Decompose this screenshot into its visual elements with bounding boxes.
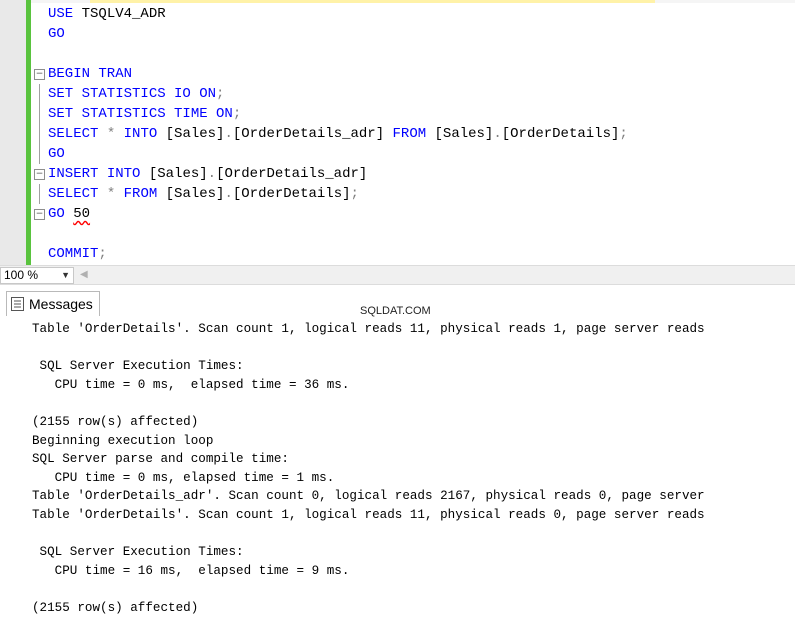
code-token: INTO (106, 166, 141, 182)
message-line: CPU time = 16 ms, elapsed time = 9 ms. (32, 563, 350, 578)
code-token: SELECT (48, 186, 99, 202)
code-line[interactable]: − GO 50 (33, 204, 628, 224)
message-line: SQL Server parse and compile time: (32, 452, 289, 467)
tab-messages-label: Messages (29, 296, 93, 312)
code-line[interactable]: USE TSQLV4_ADR (33, 4, 628, 24)
code-token: [Sales] (140, 166, 208, 182)
code-token: ; (216, 86, 225, 102)
query-editor[interactable]: USE TSQLV4_ADR GO − BEGIN TRAN SET STATISTI… (0, 0, 795, 265)
code-line[interactable]: − INSERT INTO [Sales].[OrderDetails_adr] (33, 164, 628, 184)
code-token: FROM (392, 126, 427, 142)
code-token: SELECT (48, 126, 99, 142)
collapse-icon[interactable]: − (34, 69, 45, 80)
code-token: INTO (123, 126, 158, 142)
collapse-icon[interactable]: − (34, 209, 45, 220)
code-token: 50 (73, 206, 91, 222)
code-token: SET STATISTICS IO ON (48, 86, 217, 102)
zoom-value: 100 % (4, 268, 39, 282)
message-line: (2155 row(s) affected) (32, 414, 199, 429)
code-line[interactable] (33, 44, 628, 64)
message-line: CPU time = 0 ms, elapsed time = 1 ms. (32, 470, 335, 485)
message-line (32, 394, 795, 413)
code-line[interactable]: SELECT * INTO [Sales].[OrderDetails_adr]… (33, 124, 628, 144)
code-line[interactable] (33, 224, 628, 244)
code-token: [OrderDetails_adr] (232, 126, 393, 142)
message-line (32, 525, 795, 544)
code-line[interactable]: SELECT * FROM [Sales].[OrderDetails]; (33, 184, 628, 204)
code-line[interactable]: SET STATISTICS TIME ON; (33, 104, 628, 124)
code-token: [Sales] (157, 186, 225, 202)
editor-top-strip (0, 0, 795, 3)
code-token: . (224, 186, 233, 202)
code-token: TSQLV4_ADR (73, 6, 166, 22)
code-token: [OrderDetails] (501, 126, 620, 142)
editor-gutter (0, 0, 26, 265)
code-token: . (207, 166, 217, 182)
code-token: GO (48, 146, 65, 162)
message-line: Table 'OrderDetails'. Scan count 1, logi… (32, 507, 705, 522)
message-line: (2155 row(s) affected) (32, 600, 199, 615)
code-token: INSERT (48, 166, 99, 182)
code-line[interactable]: COMMIT; (33, 244, 628, 264)
message-line: CPU time = 0 ms, elapsed time = 36 ms. (32, 377, 350, 392)
message-line: Table 'OrderDetails_adr'. Scan count 0, … (32, 489, 705, 504)
collapse-icon[interactable]: − (34, 169, 45, 180)
code-token: ; (350, 186, 359, 202)
message-line (32, 580, 795, 599)
fold-guide (39, 184, 40, 204)
zoom-dropdown[interactable]: 100 % ▼ (0, 267, 74, 284)
scroll-left-icon[interactable]: ◀ (80, 269, 88, 280)
code-token: [Sales] (426, 126, 494, 142)
code-token: [Sales] (157, 126, 225, 142)
code-token: USE (48, 6, 74, 22)
zoom-bar: 100 % ▼ ◀ (0, 265, 795, 285)
watermark-text: SQLDAT.COM (360, 305, 431, 317)
message-line: SQL Server Execution Times: (32, 359, 244, 374)
fold-guide (39, 84, 40, 104)
fold-guide (39, 144, 40, 164)
code-line[interactable]: − BEGIN TRAN (33, 64, 628, 84)
message-line: SQL Server Execution Times: (32, 545, 244, 560)
chevron-down-icon: ▼ (61, 270, 70, 280)
code-line[interactable]: GO (33, 24, 628, 44)
fold-guide (39, 124, 40, 144)
code-token: SET STATISTICS TIME ON (48, 106, 233, 122)
code-line[interactable]: SET STATISTICS IO ON; (33, 84, 628, 104)
code-token: [OrderDetails] (232, 186, 351, 202)
code-token: FROM (123, 186, 158, 202)
code-token: . (224, 126, 233, 142)
message-line: Beginning execution loop (32, 433, 214, 448)
change-tracking-bar (26, 0, 31, 265)
code-token: GO (48, 206, 65, 222)
code-token: * (98, 126, 124, 142)
code-line[interactable]: GO (33, 144, 628, 164)
code-token: COMMIT (48, 246, 99, 262)
code-token: ; (619, 126, 628, 142)
code-token: BEGIN TRAN (48, 66, 133, 82)
code-token: . (493, 126, 502, 142)
code-token: ; (232, 106, 242, 122)
message-line (32, 339, 795, 358)
code-lines[interactable]: USE TSQLV4_ADR GO − BEGIN TRAN SET STATISTI… (33, 4, 628, 264)
code-token: * (98, 186, 124, 202)
messages-icon (11, 297, 24, 311)
message-line: Table 'OrderDetails'. Scan count 1, logi… (32, 322, 705, 336)
messages-output[interactable]: Table 'OrderDetails'. Scan count 1, logi… (32, 320, 795, 623)
code-token: GO (48, 26, 65, 42)
tab-messages[interactable]: Messages (6, 291, 100, 316)
code-token: [OrderDetails_adr] (216, 166, 368, 182)
code-token: ; (98, 246, 107, 262)
fold-guide (39, 104, 40, 124)
